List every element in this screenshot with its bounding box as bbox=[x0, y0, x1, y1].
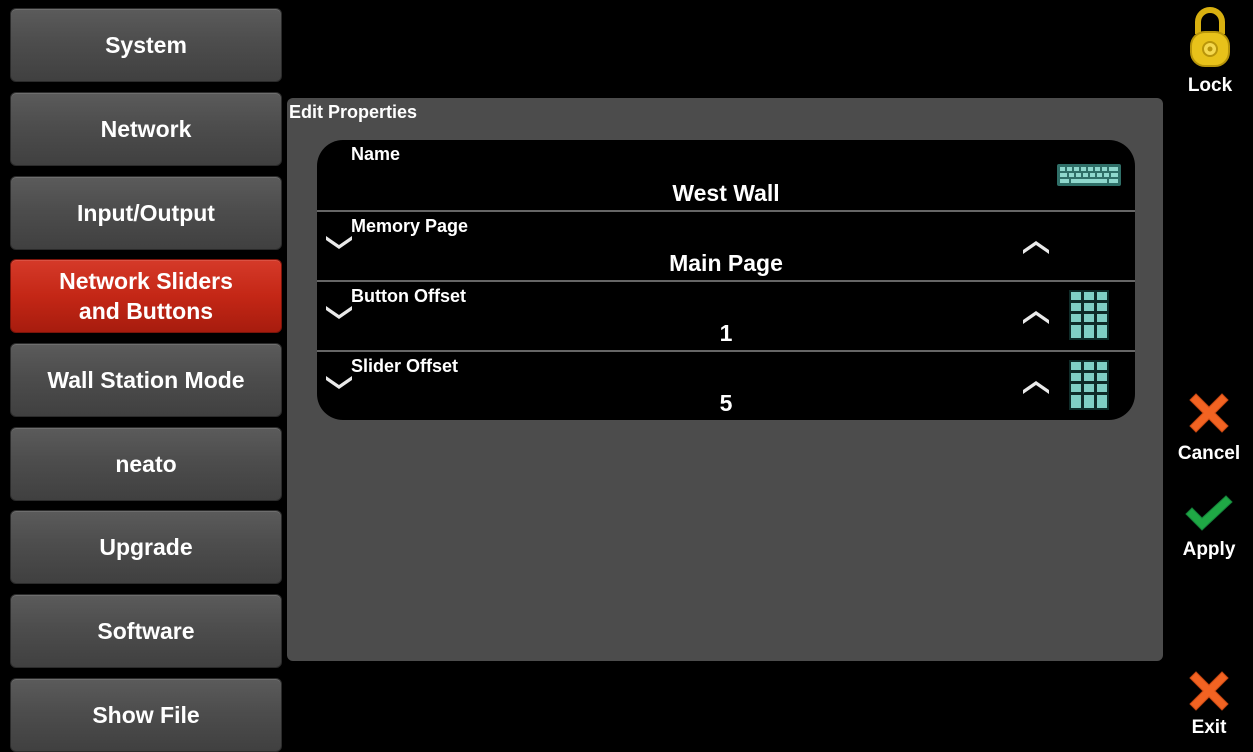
lock-icon bbox=[1190, 7, 1230, 67]
chevron-down-icon[interactable] bbox=[325, 234, 353, 250]
apply-button[interactable]: Apply bbox=[1174, 494, 1244, 561]
sidebar-item-label: Network bbox=[100, 116, 192, 142]
exit-label: Exit bbox=[1191, 717, 1227, 738]
panel-title: Edit Properties bbox=[289, 102, 418, 122]
chevron-up-icon[interactable] bbox=[1022, 310, 1050, 326]
sidebar-item-label: Input/Output bbox=[77, 200, 215, 226]
property-label: Memory Page bbox=[351, 216, 469, 236]
property-row-memory-page[interactable]: Memory Page Main Page bbox=[317, 210, 1135, 280]
property-label: Slider Offset bbox=[351, 356, 459, 376]
chevron-down-icon[interactable] bbox=[325, 374, 353, 390]
sidebar-item-label: Show File bbox=[92, 702, 200, 728]
sidebar-item-label: Network Sliders and Buttons bbox=[59, 268, 233, 324]
chevron-up-icon[interactable] bbox=[1022, 240, 1050, 256]
property-label: Name bbox=[351, 144, 401, 164]
property-list: Name West Wall Memory Page Main Page But… bbox=[317, 140, 1135, 420]
keyboard-icon[interactable] bbox=[1057, 164, 1121, 186]
sidebar: System Network Input/Output Network Slid… bbox=[0, 0, 290, 752]
sidebar-item-software[interactable]: Software bbox=[10, 594, 282, 668]
keypad-icon[interactable] bbox=[1069, 360, 1109, 410]
keypad-icon[interactable] bbox=[1069, 290, 1109, 340]
sidebar-item-network[interactable]: Network bbox=[10, 92, 282, 166]
sidebar-item-label: System bbox=[105, 32, 187, 58]
sidebar-item-network-sliders-and-buttons[interactable]: Network Sliders and Buttons bbox=[10, 259, 282, 333]
sidebar-item-neato[interactable]: neato bbox=[10, 427, 282, 501]
property-row-button-offset[interactable]: Button Offset 1 bbox=[317, 280, 1135, 350]
property-value: 1 bbox=[719, 320, 733, 346]
cancel-button[interactable]: Cancel bbox=[1174, 388, 1244, 465]
sidebar-item-label: Upgrade bbox=[99, 534, 193, 560]
property-row-slider-offset[interactable]: Slider Offset 5 bbox=[317, 350, 1135, 420]
lock-button[interactable]: Lock bbox=[1175, 6, 1245, 97]
property-value: Main Page bbox=[669, 250, 783, 276]
sidebar-item-label: Wall Station Mode bbox=[47, 367, 245, 393]
check-icon bbox=[1185, 495, 1233, 531]
chevron-down-icon[interactable] bbox=[325, 304, 353, 320]
exit-button[interactable]: Exit bbox=[1174, 666, 1244, 739]
property-value: West Wall bbox=[672, 180, 780, 206]
property-value: 5 bbox=[719, 390, 733, 416]
sidebar-item-show-file[interactable]: Show File bbox=[10, 678, 282, 752]
cancel-label: Cancel bbox=[1177, 443, 1241, 464]
apply-label: Apply bbox=[1182, 539, 1236, 560]
edit-properties-panel: Edit Properties Name West Wall Memory Pa… bbox=[287, 98, 1163, 661]
sidebar-item-input-output[interactable]: Input/Output bbox=[10, 176, 282, 250]
sidebar-item-system[interactable]: System bbox=[10, 8, 282, 82]
property-label: Button Offset bbox=[351, 286, 466, 306]
close-icon bbox=[1189, 671, 1229, 711]
close-icon bbox=[1189, 393, 1229, 433]
chevron-up-icon[interactable] bbox=[1022, 380, 1050, 396]
sidebar-item-label: Software bbox=[97, 618, 195, 644]
lock-label: Lock bbox=[1187, 75, 1233, 96]
sidebar-item-label: neato bbox=[115, 451, 177, 477]
sidebar-item-wall-station-mode[interactable]: Wall Station Mode bbox=[10, 343, 282, 417]
property-row-name[interactable]: Name West Wall bbox=[317, 140, 1135, 210]
sidebar-item-upgrade[interactable]: Upgrade bbox=[10, 510, 282, 584]
